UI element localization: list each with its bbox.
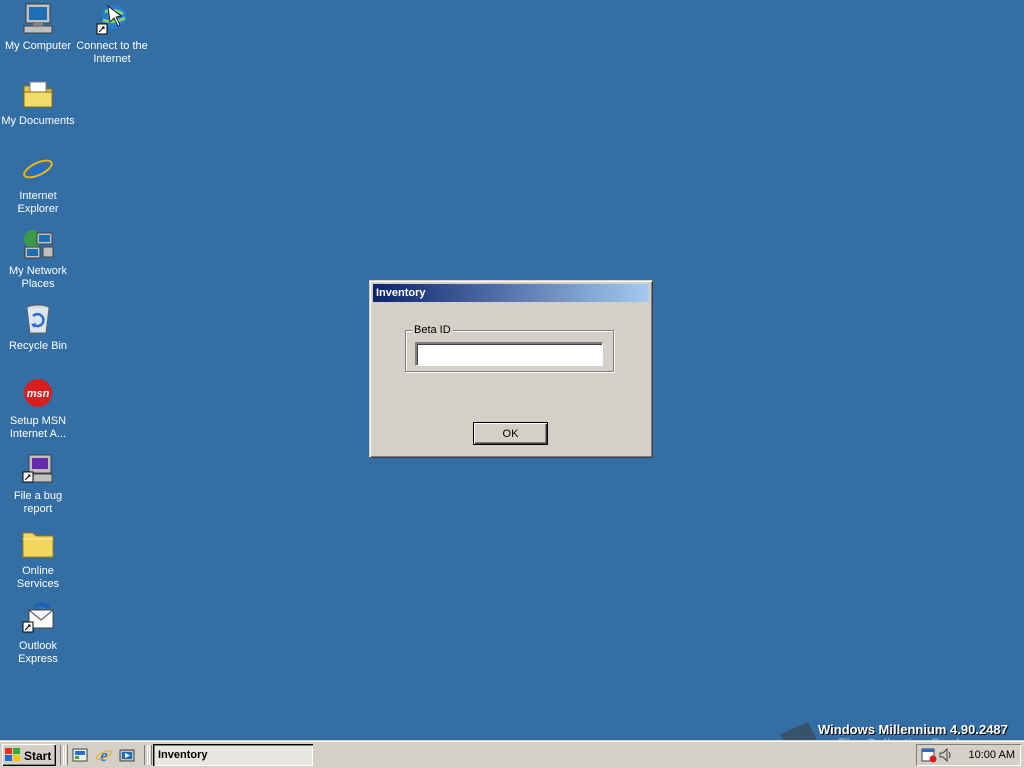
taskbar: Start e Inventory 10:00 AM — [0, 740, 1024, 768]
scheduler-icon[interactable] — [921, 747, 937, 763]
desktop-icon-msn[interactable]: msn Setup MSN Internet A... — [0, 377, 76, 441]
desktop-icon-my-documents[interactable]: My Documents — [0, 77, 76, 128]
desktop-icon-label: File a bug report — [13, 490, 63, 515]
desktop-icon-recycle-bin[interactable]: Recycle Bin — [0, 302, 76, 353]
network-places-icon — [24, 230, 54, 259]
taskbar-separator — [144, 745, 148, 765]
desktop-icon-connect-internet[interactable]: Connect to the Internet — [74, 2, 150, 66]
desktop-icon-internet-explorer[interactable]: e Internet Explorer — [0, 152, 76, 216]
desktop-icon-online-services[interactable]: Online Services — [0, 527, 76, 591]
media-icon[interactable] — [118, 746, 136, 764]
desktop-icon-label: My Documents — [1, 115, 75, 127]
beta-id-group: Beta ID — [405, 324, 614, 372]
desktop-icon-bug-report[interactable]: File a bug report — [0, 452, 76, 516]
show-desktop-icon[interactable] — [71, 746, 89, 764]
ok-button[interactable]: OK — [473, 422, 548, 445]
desktop-icon-label: Setup MSN Internet A... — [9, 415, 67, 440]
desktop-icon-label: Internet Explorer — [17, 190, 59, 215]
internet-explorer-icon[interactable]: e — [95, 746, 113, 764]
desktop-icon-network-places[interactable]: My Network Places — [0, 227, 76, 291]
start-label: Start — [24, 748, 52, 763]
svg-text:e: e — [100, 746, 108, 764]
svg-text:e: e — [31, 153, 44, 186]
msn-icon: msn — [24, 379, 52, 407]
desktop-icon-label: My Computer — [4, 40, 72, 52]
dialog-title[interactable]: Inventory — [373, 284, 649, 302]
beta-id-input[interactable] — [415, 342, 603, 366]
toolbar-grip[interactable] — [149, 745, 152, 765]
bug-report-icon — [22, 454, 53, 483]
desktop-icon-my-computer[interactable]: My Computer — [0, 2, 76, 53]
desktop-icon-label: Connect to the Internet — [76, 40, 148, 65]
connect-internet-icon — [96, 5, 126, 35]
windows-logo-icon — [5, 748, 20, 762]
toolbar-grip[interactable] — [65, 745, 68, 765]
desktop-icon-label: My Network Places — [8, 265, 68, 290]
svg-text:msn: msn — [27, 388, 50, 400]
my-computer-icon — [23, 3, 53, 34]
internet-explorer-icon: e — [23, 153, 53, 186]
taskbar-item-inventory[interactable]: Inventory — [153, 744, 313, 766]
outlook-express-icon — [22, 602, 54, 633]
beta-id-label: Beta ID — [412, 324, 453, 337]
my-documents-icon — [23, 81, 53, 108]
volume-icon[interactable] — [938, 747, 954, 763]
desktop-icon-label: Recycle Bin — [8, 340, 68, 352]
recycle-bin-icon — [26, 304, 50, 334]
inventory-dialog: Inventory Beta ID OK — [369, 280, 653, 458]
start-button[interactable]: Start — [2, 744, 56, 766]
taskbar-separator — [60, 745, 64, 765]
desktop-icon-label: Online Services — [16, 565, 60, 590]
clock[interactable]: 10:00 AM — [969, 744, 1015, 766]
system-tray: 10:00 AM — [916, 744, 1021, 766]
folder-icon — [22, 532, 54, 558]
desktop-icon-outlook-express[interactable]: Outlook Express — [0, 602, 76, 666]
desktop-icon-label: Outlook Express — [18, 640, 58, 665]
